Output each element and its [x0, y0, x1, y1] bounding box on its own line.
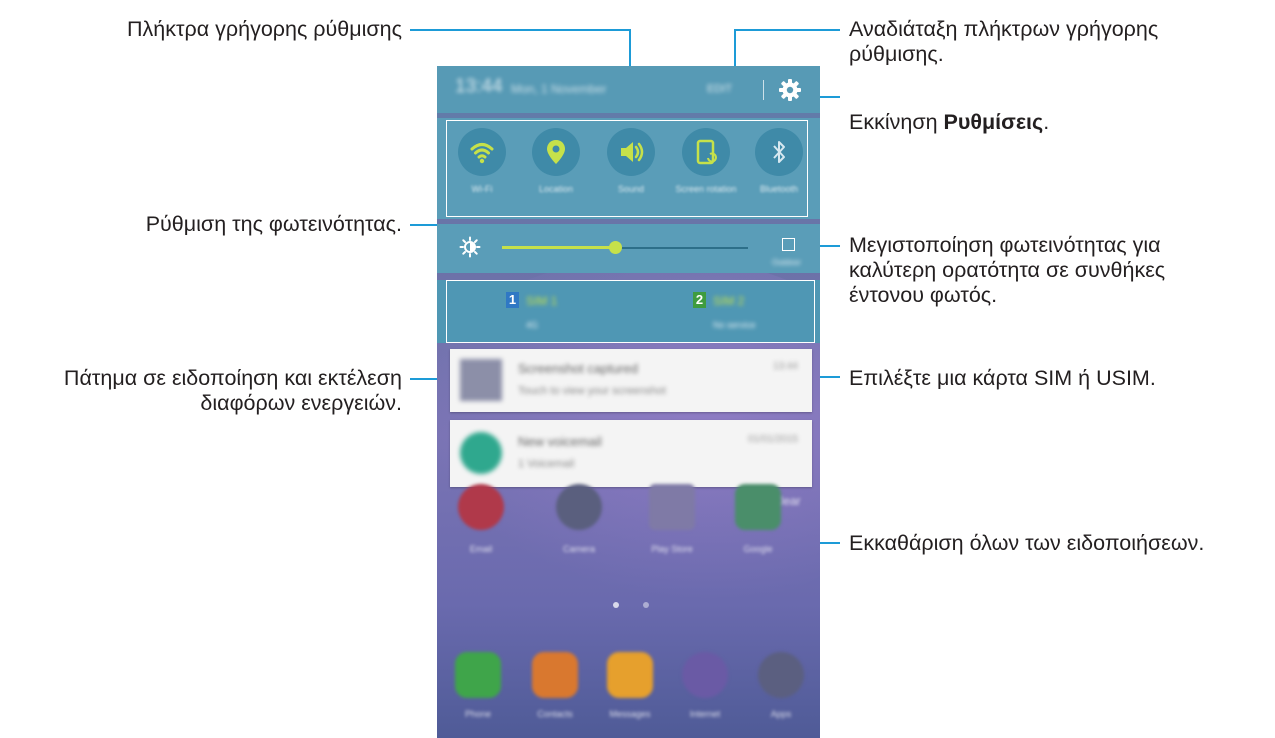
- brightness-icon: [459, 236, 481, 263]
- wifi-toggle[interactable]: [458, 128, 506, 176]
- notification-subtitle: Touch to view your screenshot: [518, 385, 666, 397]
- notification-voicemail[interactable]: New voicemail 1 Voicemail 01/01/2015: [450, 420, 812, 487]
- notification-thumbnail: [460, 359, 502, 401]
- phone-screen: 13:44 Mon, 1 November EDIT Wi-Fi Locatio…: [437, 66, 820, 738]
- notification-screenshot[interactable]: Screenshot captured Touch to view your s…: [450, 349, 812, 412]
- callout-launch-settings-bold: Ρυθμίσεις: [943, 110, 1044, 134]
- qs-label-wifi: Wi-Fi: [471, 184, 493, 194]
- bluetooth-toggle[interactable]: [755, 128, 803, 176]
- notification-time: 13:44: [772, 361, 798, 372]
- qs-label-location: Location: [538, 184, 574, 194]
- notification-subtitle: 1 Voicemail: [518, 458, 575, 470]
- dock-label-phone: Phone: [464, 709, 492, 719]
- sound-icon: [621, 142, 644, 162]
- brightness-slider-fill: [502, 246, 615, 249]
- gear-icon[interactable]: [777, 77, 803, 103]
- dock-label-contacts: Contacts: [537, 709, 573, 719]
- status-time: 13:44: [455, 76, 503, 97]
- dock-label-messages: Messages: [609, 709, 651, 719]
- sim-2-status: No service: [713, 320, 756, 330]
- app-label-email: Email: [469, 544, 493, 554]
- callout-quick-setting-buttons: Πλήκτρα γρήγορης ρύθμισης: [127, 17, 402, 41]
- qs-label-bluetooth: Bluetooth: [759, 184, 799, 194]
- dock-label-apps: Apps: [770, 709, 792, 719]
- screen-rotation-icon: [696, 139, 717, 165]
- callout-select-sim: Επιλέξτε μια κάρτα SIM ή USIM.: [849, 366, 1156, 390]
- page-indicator-home: [613, 602, 619, 608]
- notification-title: New voicemail: [518, 434, 602, 449]
- location-toggle[interactable]: [532, 128, 580, 176]
- page-indicator-dot: [643, 602, 649, 608]
- leader-rearrange-h: [734, 29, 840, 31]
- app-label-google: Google: [743, 544, 773, 554]
- sound-toggle[interactable]: [607, 128, 655, 176]
- callout-rearrange-buttons: Αναδιάταξη πλήκτρων γρήγορης ρύθμισης.: [849, 17, 1159, 66]
- outdoor-checkbox[interactable]: [782, 238, 795, 251]
- sim-1-status: 4G: [526, 320, 539, 330]
- wifi-icon: [470, 143, 494, 164]
- sim-2-name[interactable]: SIM 2: [713, 294, 744, 308]
- callout-adjust-brightness: Ρύθμιση της φωτεινότητας.: [145, 212, 402, 236]
- sim-2-badge[interactable]: 2: [693, 292, 706, 308]
- leader-quick-settings-h: [410, 29, 631, 31]
- sim-1-badge[interactable]: 1: [506, 292, 519, 308]
- status-bar: 13:44 Mon, 1 November EDIT: [437, 66, 820, 113]
- messages-app-icon[interactable]: [607, 652, 653, 698]
- location-icon: [547, 140, 565, 164]
- contacts-app-icon[interactable]: [532, 652, 578, 698]
- bluetooth-icon: [773, 141, 785, 163]
- apps-icon[interactable]: [758, 652, 804, 698]
- status-divider: [763, 80, 764, 100]
- camera-app-icon[interactable]: [556, 484, 602, 530]
- status-date: Mon, 1 November: [511, 82, 607, 96]
- outdoor-label: Outdoor: [772, 258, 801, 267]
- google-folder-icon[interactable]: [735, 484, 781, 530]
- callout-maximize-brightness: Μεγιστοποίηση φωτεινότητας για καλύτερη …: [849, 233, 1166, 307]
- sim-1-name[interactable]: SIM 1: [526, 294, 557, 308]
- internet-app-icon[interactable]: [682, 652, 728, 698]
- qs-label-sound: Sound: [617, 184, 645, 194]
- dock-label-internet: Internet: [689, 709, 721, 719]
- callout-launch-settings: Εκκίνηση Ρυθμίσεις.: [849, 85, 1259, 135]
- qs-label-screen-rotation: Screen rotation: [675, 184, 737, 194]
- screen-rotation-toggle[interactable]: [682, 128, 730, 176]
- callout-tap-notification: Πάτημα σε ειδοποίηση και εκτέλεση διαφόρ…: [63, 366, 402, 415]
- edit-button[interactable]: EDIT: [707, 83, 732, 95]
- notification-title: Screenshot captured: [518, 361, 638, 376]
- callout-clear-notifications: Εκκαθάριση όλων των ειδοποιήσεων.: [849, 531, 1205, 555]
- voicemail-icon: [460, 432, 502, 474]
- sim-highlight: [446, 280, 815, 343]
- email-app-icon[interactable]: [458, 484, 504, 530]
- play-store-app-icon[interactable]: [649, 484, 695, 530]
- app-label-camera: Camera: [562, 544, 595, 554]
- app-label-play-store: Play Store: [651, 544, 693, 554]
- brightness-slider-thumb[interactable]: [609, 241, 622, 254]
- callout-launch-settings-prefix: Εκκίνηση: [849, 110, 944, 134]
- callout-launch-settings-suffix: .: [1043, 110, 1050, 134]
- notification-time: 01/01/2015: [747, 434, 798, 445]
- phone-app-icon[interactable]: [455, 652, 501, 698]
